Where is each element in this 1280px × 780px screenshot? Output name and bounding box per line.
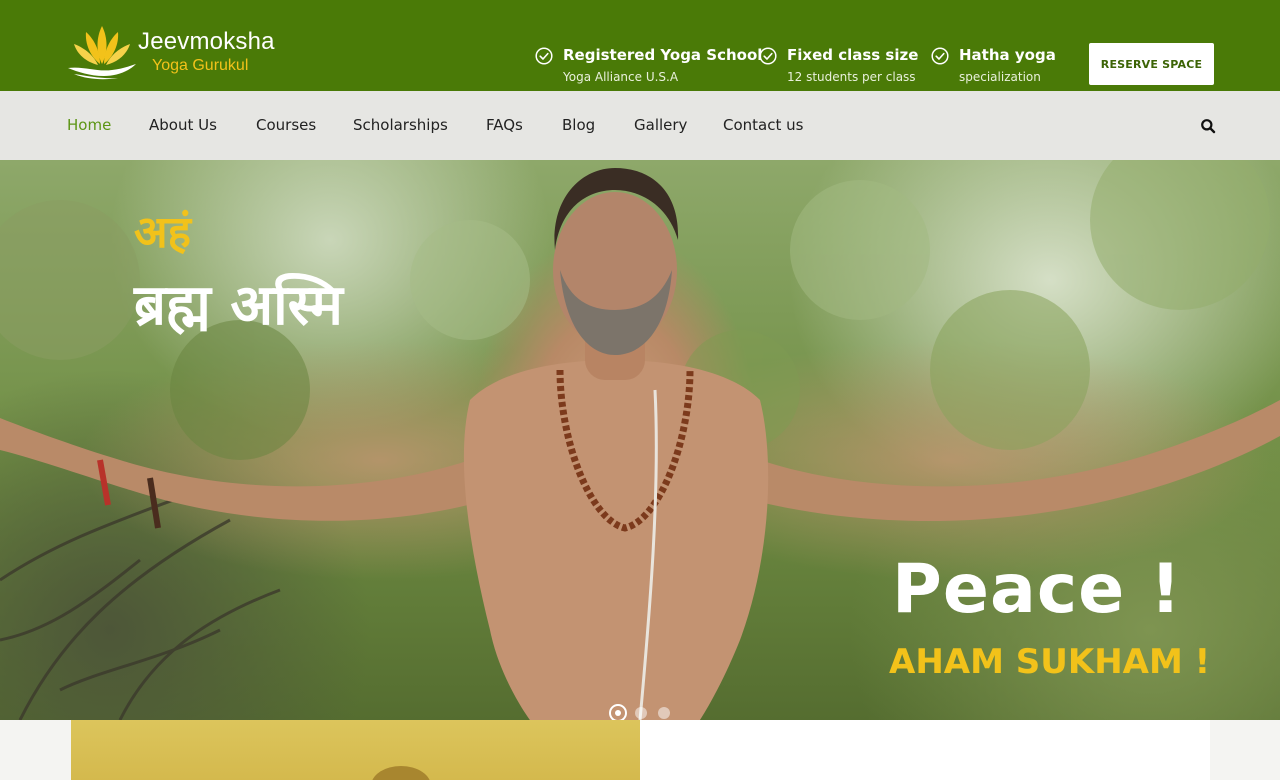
- hero-subtitle: AHAM SUKHAM !: [889, 642, 1211, 682]
- content-card-image: [71, 720, 640, 780]
- logo[interactable]: Jeevmoksha Yoga Gurukul: [66, 22, 276, 80]
- hero-slider: अहं ब्रह्म अस्मि Peace ! AHAM SUKHAM !: [0, 160, 1280, 720]
- hero-image: [0, 160, 1280, 720]
- check-circle-icon: [759, 47, 777, 65]
- check-circle-icon: [931, 47, 949, 65]
- slider-dot-1[interactable]: [609, 704, 627, 720]
- slider-dot-2[interactable]: [635, 707, 647, 719]
- nav-item-gallery[interactable]: Gallery: [634, 116, 687, 134]
- search-icon[interactable]: [1200, 118, 1216, 134]
- feature-title: Fixed class size: [787, 46, 919, 64]
- hero-devanagari-line1: अहं: [134, 207, 191, 258]
- nav-item-scholarships[interactable]: Scholarships: [353, 116, 448, 134]
- nav-item-courses[interactable]: Courses: [256, 116, 316, 134]
- feature-title: Hatha yoga: [959, 46, 1056, 64]
- hero-devanagari-line2: ब्रह्म अस्मि: [134, 273, 343, 338]
- feature-subtitle: specialization: [959, 70, 1041, 84]
- logo-subtitle: Yoga Gurukul: [152, 57, 249, 74]
- check-circle-icon: [535, 47, 553, 65]
- nav-item-contact-us[interactable]: Contact us: [723, 116, 803, 134]
- nav-item-faqs[interactable]: FAQs: [486, 116, 523, 134]
- main-nav: Home About Us Courses Scholarships FAQs …: [0, 91, 1280, 160]
- logo-name: Jeevmoksha: [138, 28, 275, 55]
- nav-item-about-us[interactable]: About Us: [149, 116, 217, 134]
- reserve-space-button[interactable]: RESERVE SPACE: [1089, 43, 1214, 85]
- nav-item-home[interactable]: Home: [67, 116, 111, 134]
- nav-item-blog[interactable]: Blog: [562, 116, 595, 134]
- hero-title: Peace !: [892, 550, 1182, 629]
- feature-subtitle: Yoga Alliance U.S.A: [563, 70, 679, 84]
- feature-title: Registered Yoga School: [563, 46, 763, 64]
- lotus-logo-icon: [68, 26, 136, 80]
- feature-subtitle: 12 students per class: [787, 70, 916, 84]
- slider-dot-3[interactable]: [658, 707, 670, 719]
- content-card-text: [640, 720, 1210, 780]
- top-header: Jeevmoksha Yoga Gurukul Registered Yoga …: [0, 0, 1280, 91]
- slider-dots: [609, 704, 679, 720]
